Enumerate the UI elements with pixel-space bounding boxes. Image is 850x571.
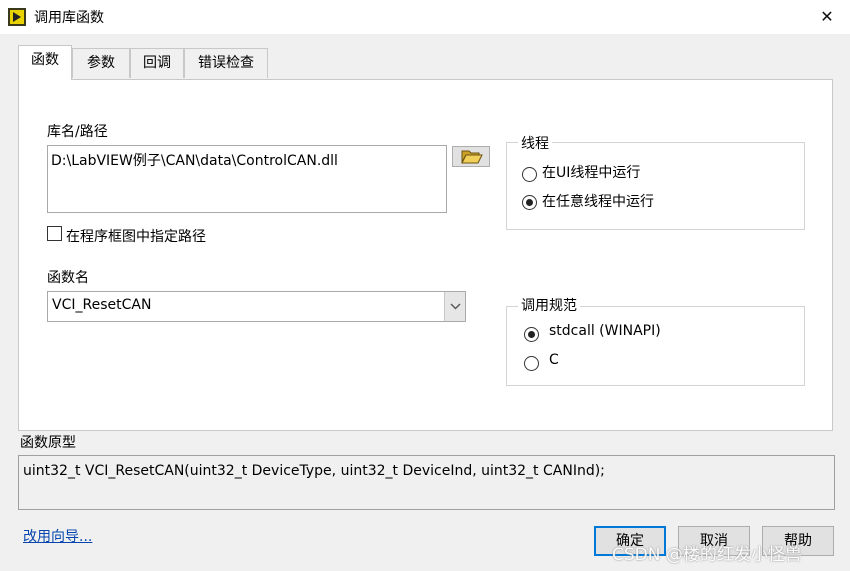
tab-callbacks[interactable]: 回调 [130,48,184,78]
radio-ui-thread[interactable] [522,167,537,182]
radio-stdcall-label: stdcall (WINAPI) [549,323,661,339]
function-name-value: VCI_ResetCAN [52,297,152,313]
radio-ui-thread-label: 在UI线程中运行 [542,165,641,181]
prototype-box: uint32_t VCI_ResetCAN(uint32_t DeviceTyp… [18,455,835,510]
radio-any-thread-label: 在任意线程中运行 [542,194,654,210]
chevron-down-icon [450,303,461,310]
library-path-label: 库名/路径 [47,124,108,140]
calling-convention-groupbox [506,306,805,386]
thread-groupbox [506,142,805,230]
specify-path-checkbox[interactable] [47,226,62,241]
close-icon[interactable]: ✕ [812,4,842,30]
tab-error-checking[interactable]: 错误检查 [184,48,268,78]
function-name-dropdown[interactable]: VCI_ResetCAN [47,291,466,322]
prototype-label: 函数原型 [20,435,76,451]
radio-any-thread[interactable] [522,195,537,210]
radio-stdcall[interactable] [524,327,539,342]
folder-open-icon [461,150,483,164]
window-title: 调用库函数 [34,10,104,26]
tab-function[interactable]: 函数 [18,45,72,80]
wizard-link[interactable]: 改用向导... [23,526,92,546]
title-bar: 调用库函数 ✕ [0,0,850,34]
thread-group-title: 线程 [518,133,552,153]
library-path-field[interactable]: D:\LabVIEW例子\CAN\data\ControlCAN.dll [47,145,447,213]
watermark: CSDN @楼的红发小怪兽 [612,545,802,565]
calling-convention-title: 调用规范 [518,295,580,315]
radio-c[interactable] [524,356,539,371]
labview-app-icon [8,8,26,26]
dropdown-button[interactable] [444,292,465,321]
library-path-value: D:\LabVIEW例子\CAN\data\ControlCAN.dll [51,153,338,169]
specify-path-label: 在程序框图中指定路径 [66,229,206,245]
function-name-label: 函数名 [47,270,89,286]
browse-button[interactable] [452,146,490,167]
tab-parameters[interactable]: 参数 [72,48,130,78]
radio-c-label: C [549,352,559,368]
prototype-text: uint32_t VCI_ResetCAN(uint32_t DeviceTyp… [23,463,605,479]
